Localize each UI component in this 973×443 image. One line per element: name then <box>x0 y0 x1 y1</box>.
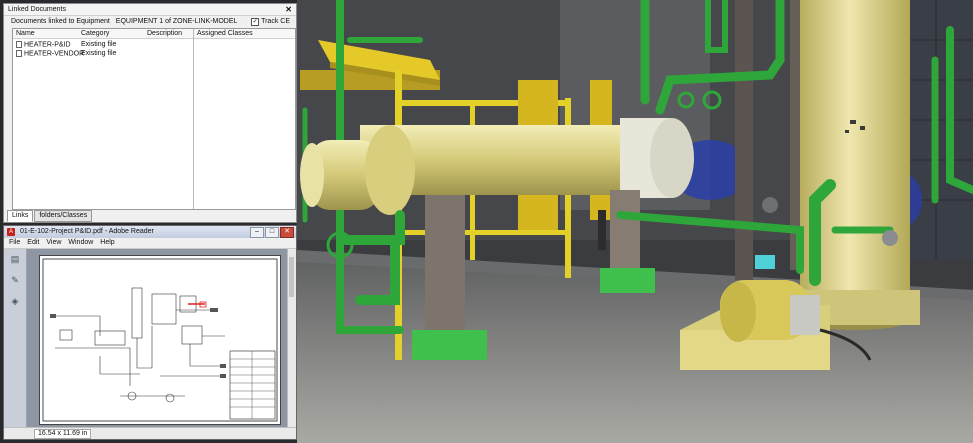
menu-help[interactable]: Help <box>100 238 114 248</box>
reader-titlebar: A 01-E-102-Project P&ID.pdf - Adobe Read… <box>4 226 296 238</box>
adobe-reader-icon: A <box>7 228 15 236</box>
scrollbar-thumb[interactable] <box>289 257 294 297</box>
minimize-icon[interactable]: – <box>250 227 264 238</box>
reader-vertical-scrollbar[interactable] <box>287 249 296 428</box>
attachment-icon[interactable]: ✎ <box>11 276 20 285</box>
document-name[interactable]: HEATER-P&ID <box>16 41 71 49</box>
window-controls: – □ ✕ <box>250 227 294 238</box>
page-size-readout: 16.54 x 11.69 in <box>34 429 92 439</box>
reader-navigation-pane: ▤ ✎ ◈ <box>4 249 27 428</box>
linked-documents-titlebar: Linked Documents ✕ <box>4 4 296 16</box>
list-item[interactable]: HEATER-P&ID Existing file <box>13 41 193 49</box>
menu-view[interactable]: View <box>46 238 61 248</box>
menu-edit[interactable]: Edit <box>27 238 39 248</box>
pages-icon[interactable]: ▤ <box>11 255 20 264</box>
equipment-name: EQUIPMENT 1 of ZONE-LINK-MODEL <box>115 18 238 25</box>
pid-schematic <box>42 258 278 422</box>
linked-documents-list: Name Category Description HEATER-P&ID Ex… <box>12 28 296 210</box>
menu-window[interactable]: Window <box>68 238 93 248</box>
linked-documents-subheader: Documents linked to Equipment EQUIPMENT … <box>4 16 296 28</box>
pid-drawing-page <box>39 255 281 425</box>
reader-document-area[interactable] <box>27 249 289 428</box>
tab-folders-classes[interactable]: folders/Classes <box>34 210 93 222</box>
document-category: Existing file <box>81 41 117 48</box>
tab-links[interactable]: Links <box>7 210 34 222</box>
track-ce-checkbox[interactable]: ✓ Track CE <box>251 16 290 28</box>
menu-file[interactable]: File <box>9 238 20 248</box>
maximize-icon[interactable]: □ <box>265 227 279 238</box>
assigned-classes-header: Assigned Classes <box>194 29 295 39</box>
column-name[interactable]: Name <box>16 29 35 38</box>
linked-documents-panel: Linked Documents ✕ Documents linked to E… <box>3 3 297 223</box>
list-item[interactable]: HEATER-VENDOR Existing file <box>13 50 193 58</box>
document-icon <box>16 41 22 48</box>
document-name[interactable]: HEATER-VENDOR <box>16 50 84 58</box>
reader-menubar: File Edit View Window Help <box>4 238 296 249</box>
column-description[interactable]: Description <box>147 29 182 38</box>
close-icon[interactable]: ✕ <box>285 4 292 15</box>
close-icon[interactable]: ✕ <box>280 227 294 238</box>
assigned-classes-pane: Assigned Classes <box>193 29 295 209</box>
subheader-label: Documents linked to Equipment <box>11 18 110 25</box>
list-header: Name Category Description <box>13 29 193 39</box>
linked-documents-title: Linked Documents <box>8 6 66 13</box>
column-category[interactable]: Category <box>81 29 109 38</box>
layers-icon[interactable]: ◈ <box>11 297 20 306</box>
document-category: Existing file <box>81 50 117 57</box>
document-icon <box>16 50 22 57</box>
reader-title: 01-E-102-Project P&ID.pdf - Adobe Reader <box>20 228 154 235</box>
track-ce-label: Track CE <box>261 18 290 25</box>
adobe-reader-window: A 01-E-102-Project P&ID.pdf - Adobe Read… <box>3 225 297 440</box>
reader-statusbar: 16.54 x 11.69 in <box>4 427 296 439</box>
linked-documents-tabs: Links folders/Classes <box>7 210 93 222</box>
checkbox-check-icon[interactable]: ✓ <box>251 18 260 26</box>
